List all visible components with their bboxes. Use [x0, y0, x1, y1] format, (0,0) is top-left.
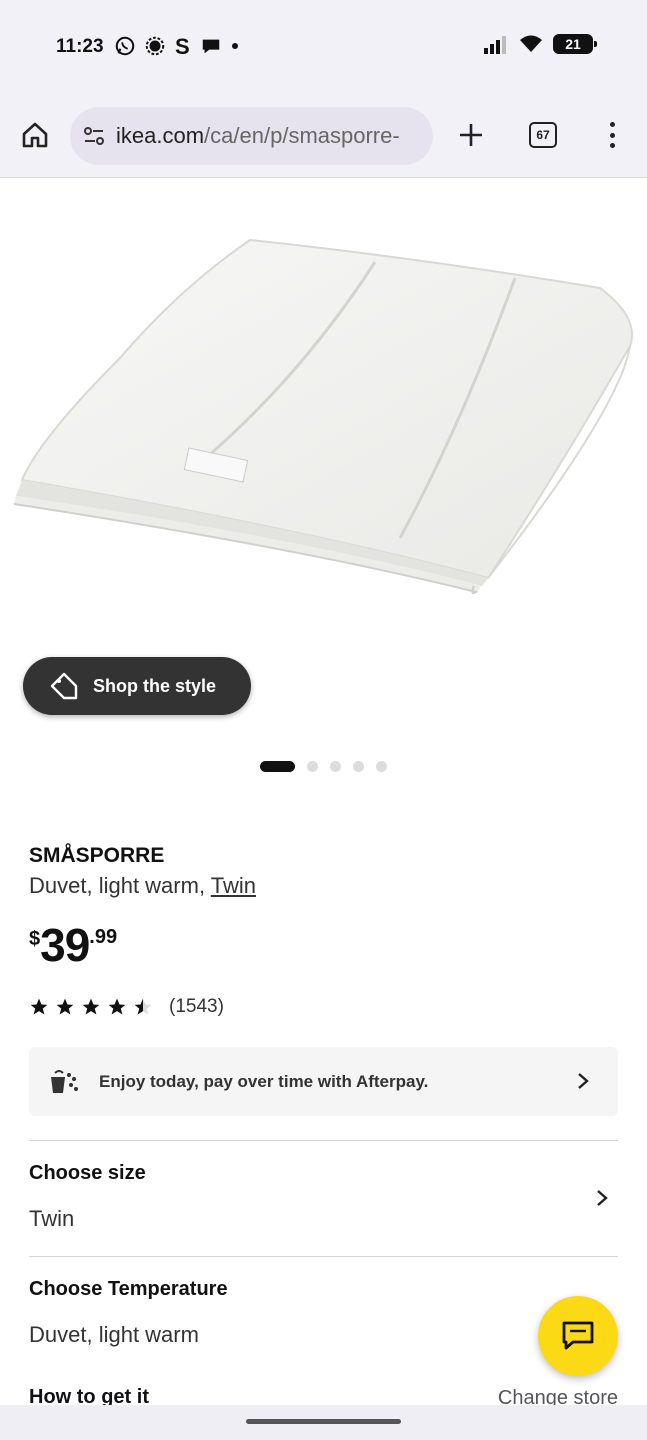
- s-app-icon: S: [175, 34, 190, 58]
- product-name: SMÅSPORRE: [29, 844, 165, 867]
- gallery-dot[interactable]: [307, 761, 318, 772]
- choose-temperature-title: Choose Temperature: [29, 1278, 228, 1300]
- star-half-icon: [134, 998, 152, 1015]
- star-full-icon: [30, 998, 48, 1015]
- review-count: (1543): [169, 996, 224, 1017]
- home-gesture-handle[interactable]: [246, 1419, 401, 1424]
- url-text: ikea.com/ca/en/p/smasporre-: [116, 123, 400, 149]
- product-rating[interactable]: (1543): [29, 996, 224, 1018]
- system-icons: 21: [483, 34, 597, 54]
- chat-bubble-icon: [202, 39, 220, 54]
- gallery-dot[interactable]: [376, 761, 387, 772]
- afterpay-icon: [51, 1069, 78, 1093]
- star-full-icon: [108, 998, 126, 1015]
- price-integer: 39: [40, 919, 90, 971]
- price-decimal: .99: [89, 926, 118, 948]
- star-full-icon: [56, 998, 74, 1015]
- price-currency: $: [29, 928, 41, 950]
- shop-the-style-button[interactable]: Shop the style: [23, 657, 251, 715]
- gallery-dot[interactable]: [330, 761, 341, 772]
- system-nav-bar: [0, 1405, 647, 1440]
- url-path: /ca/en/p/smasporre-: [204, 123, 400, 148]
- shop-the-style-label: Shop the style: [93, 675, 217, 696]
- address-bar[interactable]: ikea.com/ca/en/p/smasporre-: [70, 107, 433, 165]
- chat-button[interactable]: [538, 1296, 618, 1376]
- size-link[interactable]: Twin: [211, 873, 256, 898]
- svg-text:S: S: [175, 34, 190, 58]
- more-menu-icon[interactable]: [600, 118, 624, 152]
- url-host: ikea.com: [116, 123, 205, 148]
- dot-icon: [232, 43, 238, 49]
- choose-size-value[interactable]: Twin: [29, 1206, 74, 1232]
- battery-icon: 21: [553, 34, 597, 54]
- star-full-icon: [82, 998, 100, 1015]
- home-icon: [22, 122, 48, 148]
- new-tab-icon: [460, 124, 482, 146]
- tag-icon: [50, 672, 78, 700]
- notification-icons: S: [114, 34, 240, 58]
- wifi-icon: [520, 35, 542, 52]
- site-settings-icon[interactable]: [82, 124, 106, 148]
- chevron-right-icon: [578, 1073, 589, 1089]
- divider: [29, 1140, 618, 1141]
- status-time: 11:23: [56, 36, 104, 57]
- home-button[interactable]: [18, 118, 52, 152]
- browser-toolbar: ikea.com/ca/en/p/smasporre- 67: [0, 96, 647, 178]
- new-tab-button[interactable]: [454, 118, 488, 152]
- cellular-signal-icon: [484, 36, 506, 54]
- chevron-right-icon[interactable]: [595, 1188, 609, 1208]
- tabs-icon[interactable]: 67: [529, 122, 557, 148]
- product-image[interactable]: [0, 178, 647, 738]
- product-price: $ 39 .99: [29, 922, 117, 968]
- choose-temperature-value[interactable]: Duvet, light warm: [29, 1322, 199, 1348]
- product-description: Duvet, light warm, Twin: [29, 873, 256, 899]
- gallery-pagination: [260, 761, 387, 772]
- divider: [29, 1256, 618, 1257]
- choose-size-title: Choose size: [29, 1162, 146, 1184]
- status-bar: 11:23 S 21: [0, 0, 647, 96]
- afterpay-text: Enjoy today, pay over time with Afterpay…: [99, 1071, 429, 1091]
- whatsapp-icon: [115, 36, 135, 56]
- chat-icon: [562, 1321, 594, 1350]
- product-description-text: Duvet, light warm,: [29, 873, 211, 898]
- gallery-dot[interactable]: [260, 761, 295, 772]
- signal-app-icon: [145, 36, 165, 56]
- afterpay-banner[interactable]: Enjoy today, pay over time with Afterpay…: [29, 1047, 618, 1116]
- duvet-image: [13, 238, 633, 595]
- gallery-dot[interactable]: [353, 761, 364, 772]
